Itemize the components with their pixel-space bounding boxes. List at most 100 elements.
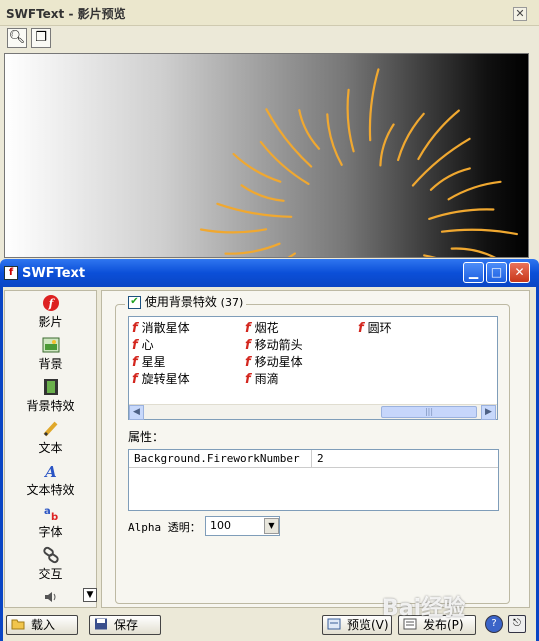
alpha-select[interactable]: 100 ▼: [205, 516, 280, 536]
flash-icon: f: [245, 372, 251, 387]
firework-animation: [199, 68, 518, 257]
effects-column-2: f 烟花 f 移动箭头 f 移动星体 f 雨滴: [245, 319, 357, 387]
scroll-left-button[interactable]: ◀: [129, 405, 144, 420]
alpha-value: 100: [210, 519, 231, 532]
load-button[interactable]: 载入: [6, 615, 78, 635]
nav-item-font[interactable]: ab 字体: [5, 501, 96, 543]
effect-label: 圆环: [367, 321, 392, 335]
firework-ray: [447, 180, 502, 201]
effects-column-1: f 消散星体 f心 f 星星 f 旋转星体: [132, 319, 244, 387]
alpha-dropdown-button[interactable]: ▼: [264, 518, 279, 534]
flash-icon: f: [132, 355, 138, 370]
save-button-label: 保存: [114, 618, 139, 632]
main-window-title: SWFText: [22, 266, 86, 281]
film-icon: [42, 378, 60, 396]
nav-label-text-effects: 文本特效: [26, 483, 75, 497]
flash-icon: f: [358, 321, 364, 336]
firework-ray: [216, 202, 293, 218]
window-mode-button[interactable]: ❐: [31, 28, 51, 48]
chevron-down-icon: ▼: [86, 590, 94, 600]
alpha-label: Alpha 透明：: [128, 521, 201, 534]
use-background-effects-row[interactable]: ✔ 使用背景特效 (37): [125, 293, 247, 309]
close-button[interactable]: ✕: [509, 262, 530, 283]
list-item[interactable]: f 圆环: [358, 319, 470, 336]
svg-text:A: A: [43, 463, 57, 480]
preview-icon: [327, 618, 341, 630]
maximize-button[interactable]: □: [486, 262, 507, 283]
preview-canvas: [4, 53, 529, 258]
save-button[interactable]: 保存: [89, 615, 161, 635]
firework-ray: [379, 123, 395, 167]
firework-ray: [326, 113, 343, 166]
effects-count: (37): [220, 296, 244, 309]
list-item[interactable]: f 星星: [132, 353, 244, 370]
pencil-icon: [42, 420, 60, 438]
effect-label: 雨滴: [254, 372, 279, 386]
property-key[interactable]: Background.FireworkNumber: [129, 450, 312, 468]
nav-item-text-effects[interactable]: A 文本特效: [5, 459, 96, 501]
list-item[interactable]: f 消散星体: [132, 319, 244, 336]
svg-text:a: a: [44, 506, 51, 517]
property-value[interactable]: 2: [312, 450, 498, 468]
effect-label: 移动星体: [254, 355, 303, 369]
properties-label: 属性：: [128, 430, 165, 444]
chevron-right-icon: ▶: [485, 407, 492, 417]
firework-ray: [440, 228, 518, 236]
preview-window-title: SWFText - 影片预览: [6, 7, 126, 21]
zoom-page-button[interactable]: 🔍︎: [7, 28, 27, 48]
preview-close-button[interactable]: ✕: [513, 7, 527, 21]
firework-ray: [240, 184, 285, 202]
flash-icon: f: [245, 355, 251, 370]
flash-icon: f: [132, 372, 138, 387]
minimize-button[interactable]: ▁: [463, 262, 484, 283]
nav-label-interaction: 交互: [38, 567, 63, 581]
list-item[interactable]: f心: [132, 336, 244, 353]
minimize-icon: ▁: [468, 265, 479, 279]
effects-column-3: f 圆环: [358, 319, 470, 336]
folder-open-icon: [11, 618, 25, 630]
list-item[interactable]: f 雨滴: [245, 370, 357, 387]
scroll-thumb[interactable]: |||: [381, 406, 477, 418]
nav-item-interaction[interactable]: 交互: [5, 543, 96, 585]
link-icon: [42, 546, 60, 564]
floppy-disk-icon: [94, 618, 108, 630]
effects-list-scrollbar[interactable]: ◀ ||| ▶: [129, 404, 497, 420]
image-icon: [42, 336, 60, 354]
maximize-icon: □: [490, 265, 503, 279]
firework-ray: [298, 109, 321, 150]
flash-icon: f: [245, 321, 251, 336]
firework-ray: [450, 247, 497, 257]
text-effect-icon: A: [42, 462, 60, 481]
list-item[interactable]: f 移动箭头: [245, 336, 357, 353]
preview-toolbar: 🔍︎ ❐: [0, 26, 539, 52]
movie-icon: f: [42, 294, 60, 312]
nav-scroll-down-button[interactable]: ▼: [83, 588, 97, 602]
firework-ray: [265, 108, 313, 168]
flash-icon: f: [132, 338, 138, 353]
nav-item-text[interactable]: 文本: [5, 417, 96, 459]
firework-ray: [287, 252, 296, 257]
nav-label-font: 字体: [38, 525, 63, 539]
preview-title-bar: SWFText - 影片预览 ✕: [0, 0, 539, 26]
effect-label: 旋转星体: [141, 372, 190, 386]
chevron-down-icon: ▼: [268, 521, 275, 530]
effect-label: 心: [141, 338, 154, 352]
chevron-left-icon: ◀: [133, 407, 140, 417]
list-item[interactable]: f 旋转星体: [132, 370, 244, 387]
use-background-effects-checkbox[interactable]: ✔: [128, 296, 141, 309]
list-item[interactable]: f 烟花: [245, 319, 357, 336]
nav-item-background-effects[interactable]: 背景特效: [5, 375, 96, 417]
load-button-label: 载入: [31, 618, 56, 632]
flash-icon: f: [132, 321, 138, 336]
firework-ray: [417, 109, 460, 161]
use-background-effects-label: 使用背景特效: [144, 295, 217, 309]
scroll-right-button[interactable]: ▶: [481, 405, 496, 420]
nav-label-background-effects: 背景特效: [26, 399, 75, 413]
firework-ray: [224, 242, 281, 255]
nav-item-movie[interactable]: f 影片: [5, 291, 96, 333]
flash-icon: f: [245, 338, 251, 353]
list-item[interactable]: f 移动星体: [245, 353, 357, 370]
windows-icon: ❐: [35, 30, 47, 45]
firework-ray: [199, 228, 268, 234]
nav-item-background[interactable]: 背景: [5, 333, 96, 375]
